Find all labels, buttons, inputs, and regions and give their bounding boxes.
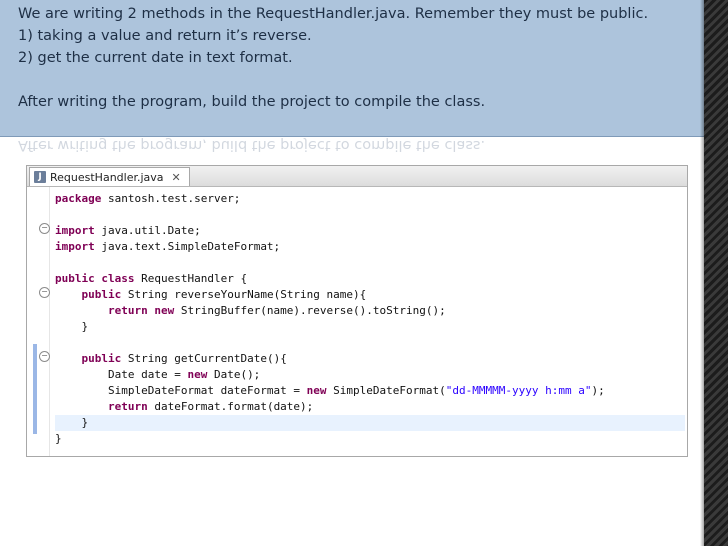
- java-file-icon: J: [34, 171, 46, 183]
- code-keyword: public: [81, 352, 122, 365]
- code-line[interactable]: public String reverseYourName(String nam…: [55, 287, 685, 303]
- code-text: java.util.Date;: [94, 224, 201, 237]
- code-text: santosh.test.server;: [101, 192, 241, 205]
- code-line[interactable]: public String getCurrentDate(){: [55, 351, 685, 367]
- fold-icon[interactable]: −: [39, 223, 50, 234]
- code-line[interactable]: [55, 207, 685, 223]
- instruction-line-2: 1) taking a value and return it’s revers…: [18, 28, 312, 44]
- code-line[interactable]: return dateFormat.format(date);: [55, 399, 685, 415]
- change-indicator: [33, 344, 37, 434]
- code-keyword: import: [55, 240, 95, 253]
- code-text: dateFormat.format(date);: [147, 400, 314, 413]
- code-text: String getCurrentDate(){: [121, 352, 287, 365]
- code-text: SimpleDateFormat(: [326, 384, 446, 397]
- code-line[interactable]: import java.text.SimpleDateFormat;: [55, 239, 685, 255]
- code-keyword: import: [55, 224, 95, 237]
- code-line[interactable]: [55, 335, 685, 351]
- code-text: }: [55, 416, 89, 429]
- fold-icon[interactable]: −: [39, 351, 50, 362]
- code-line[interactable]: [55, 255, 685, 271]
- code-text: Date();: [207, 368, 261, 381]
- code-text: Date date =: [55, 368, 188, 381]
- code-text: }: [55, 432, 62, 445]
- instruction-line-4: After writing the program, build the pro…: [18, 94, 486, 110]
- code-line[interactable]: }: [55, 431, 685, 447]
- code-line[interactable]: SimpleDateFormat dateFormat = new Simple…: [55, 383, 685, 399]
- code-text: SimpleDateFormat dateFormat =: [55, 384, 307, 397]
- code-editor[interactable]: J RequestHandler.java ✕ − − − package sa…: [26, 165, 688, 457]
- code-keyword: public: [81, 288, 122, 301]
- code-text: java.text.SimpleDateFormat;: [94, 240, 281, 253]
- code-text: }: [55, 320, 89, 333]
- code-text: String reverseYourName(String name){: [121, 288, 367, 301]
- code-keyword: new: [187, 368, 208, 381]
- instruction-line-3: 2) get the current date in text format.: [18, 50, 293, 66]
- code-keyword: return: [107, 400, 148, 413]
- code-line[interactable]: }: [55, 319, 685, 335]
- fold-icon[interactable]: −: [39, 287, 50, 298]
- banner-reflection: After writing the program, build the pro…: [18, 137, 486, 153]
- code-string: "dd-MMMMM-yyyy h:mm a": [445, 384, 592, 397]
- code-line[interactable]: }: [55, 415, 685, 431]
- code-text: StringBuffer(name).reverse().toString();: [174, 304, 446, 317]
- editor-tab-bar: J RequestHandler.java ✕: [27, 166, 687, 187]
- code-line[interactable]: Date date = new Date();: [55, 367, 685, 383]
- code-line[interactable]: import java.util.Date;: [55, 223, 685, 239]
- code-keyword: package: [55, 192, 102, 205]
- code-keyword: return new: [107, 304, 175, 317]
- close-icon[interactable]: ✕: [172, 171, 181, 184]
- code-keyword: new: [306, 384, 327, 397]
- tab-request-handler[interactable]: J RequestHandler.java ✕: [29, 167, 190, 186]
- instruction-banner: We are writing 2 methods in the RequestH…: [0, 0, 704, 137]
- code-text: RequestHandler {: [134, 272, 248, 285]
- code-line[interactable]: return new StringBuffer(name).reverse().…: [55, 303, 685, 319]
- instruction-line-1: We are writing 2 methods in the RequestH…: [18, 6, 649, 22]
- code-text: );: [591, 384, 605, 397]
- code-line[interactable]: package santosh.test.server;: [55, 191, 685, 207]
- tab-label: RequestHandler.java: [50, 170, 164, 184]
- code-line[interactable]: public class RequestHandler {: [55, 271, 685, 287]
- code-keyword: public class: [55, 272, 135, 285]
- editor-gutter: − − −: [27, 187, 50, 456]
- slide-edge-decoration: [704, 0, 728, 546]
